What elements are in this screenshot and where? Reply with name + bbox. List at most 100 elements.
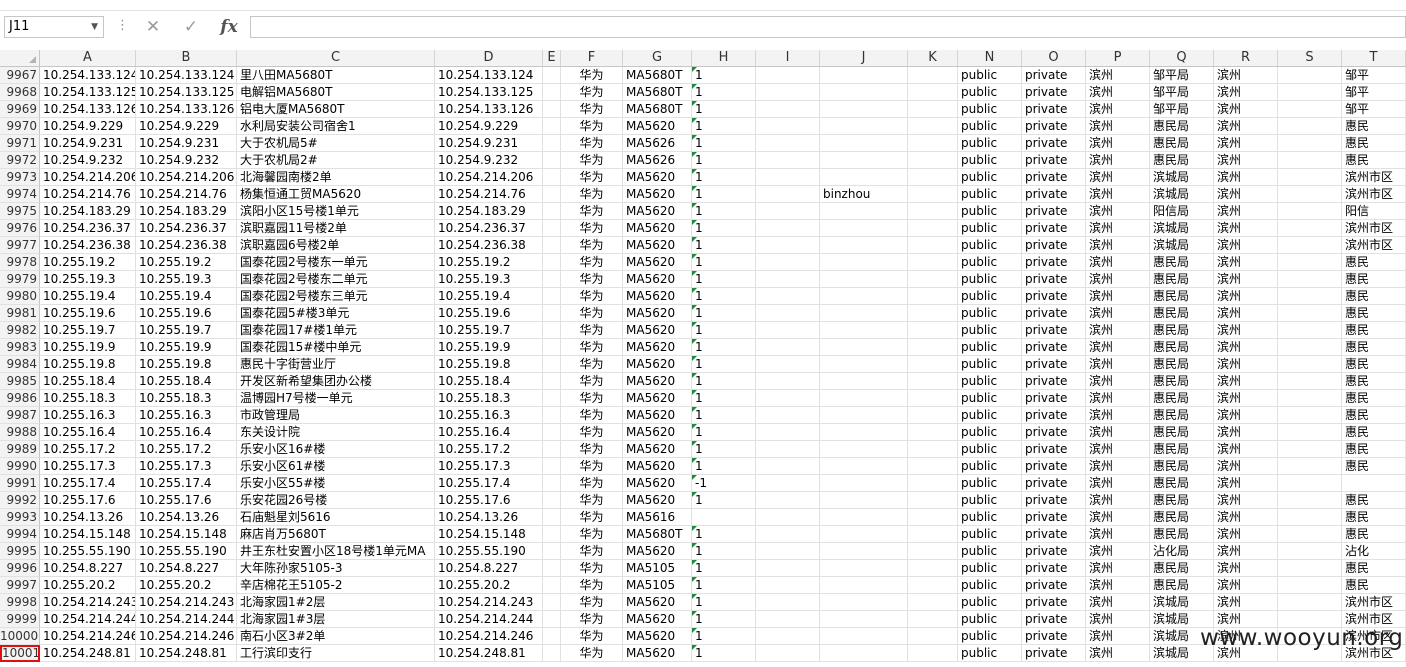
cell-s[interactable]	[1278, 492, 1342, 509]
cell-q[interactable]: 惠民局	[1150, 339, 1214, 356]
cell-r[interactable]: 滨州	[1214, 237, 1278, 254]
cell-d[interactable]: 10.254.236.37	[435, 220, 543, 237]
cell-b[interactable]: 10.254.9.229	[136, 118, 237, 135]
cell-q[interactable]: 惠民局	[1150, 475, 1214, 492]
cell-n[interactable]: public	[958, 135, 1022, 152]
cell-o[interactable]: private	[1022, 135, 1086, 152]
cell-g[interactable]: MA5620	[623, 645, 692, 662]
cell-h[interactable]: -1	[692, 475, 756, 492]
cell-h[interactable]: 1	[692, 203, 756, 220]
cell-n[interactable]: public	[958, 203, 1022, 220]
cell-r[interactable]: 滨州	[1214, 322, 1278, 339]
cell-i[interactable]	[756, 543, 820, 560]
cell-g[interactable]: MA5620	[623, 118, 692, 135]
cell-a[interactable]: 10.254.9.232	[40, 152, 136, 169]
cell-d[interactable]: 10.255.16.4	[435, 424, 543, 441]
cell-c[interactable]: 里八田MA5680T	[237, 67, 435, 84]
cell-c[interactable]: 国泰花园17#楼1单元	[237, 322, 435, 339]
cell-d[interactable]: 10.255.19.8	[435, 356, 543, 373]
cell-k[interactable]	[908, 594, 958, 611]
cell-q[interactable]: 惠民局	[1150, 135, 1214, 152]
cell-c[interactable]: 北海馨园南楼2单	[237, 169, 435, 186]
cell-d[interactable]: 10.255.19.3	[435, 271, 543, 288]
cell-n[interactable]: public	[958, 594, 1022, 611]
cell-i[interactable]	[756, 67, 820, 84]
cell-t[interactable]: 惠民	[1342, 322, 1406, 339]
cell-h[interactable]: 1	[692, 560, 756, 577]
cell-j[interactable]	[820, 543, 908, 560]
cell-o[interactable]: private	[1022, 373, 1086, 390]
cell-b[interactable]: 10.255.20.2	[136, 577, 237, 594]
cell-a[interactable]: 10.255.18.3	[40, 390, 136, 407]
cell-n[interactable]: public	[958, 84, 1022, 101]
cell-s[interactable]	[1278, 271, 1342, 288]
cell-c[interactable]: 滨阳小区15号楼1单元	[237, 203, 435, 220]
cell-g[interactable]: MA5626	[623, 152, 692, 169]
cell-t[interactable]: 滨州市区	[1342, 186, 1406, 203]
cell-k[interactable]	[908, 339, 958, 356]
cell-b[interactable]: 10.255.17.2	[136, 441, 237, 458]
cell-e[interactable]	[543, 118, 561, 135]
cell-g[interactable]: MA5620	[623, 441, 692, 458]
cell-r[interactable]: 滨州	[1214, 356, 1278, 373]
cell-n[interactable]: public	[958, 237, 1022, 254]
cell-e[interactable]	[543, 254, 561, 271]
cell-h[interactable]: 1	[692, 67, 756, 84]
cell-c[interactable]: 国泰花园2号楼东一单元	[237, 254, 435, 271]
row-header[interactable]: 9982	[0, 322, 40, 339]
cell-d[interactable]: 10.254.133.125	[435, 84, 543, 101]
cell-o[interactable]: private	[1022, 288, 1086, 305]
cell-r[interactable]: 滨州	[1214, 118, 1278, 135]
cell-k[interactable]	[908, 577, 958, 594]
cell-a[interactable]: 10.254.214.246	[40, 628, 136, 645]
cell-f[interactable]: 华为	[561, 373, 623, 390]
cell-c[interactable]: 铝电大厦MA5680T	[237, 101, 435, 118]
cell-o[interactable]: private	[1022, 594, 1086, 611]
row-header[interactable]: 9993	[0, 509, 40, 526]
cell-k[interactable]	[908, 526, 958, 543]
cell-j[interactable]	[820, 441, 908, 458]
cell-i[interactable]	[756, 628, 820, 645]
cell-h[interactable]: 1	[692, 424, 756, 441]
cell-f[interactable]: 华为	[561, 543, 623, 560]
cell-b[interactable]: 10.254.183.29	[136, 203, 237, 220]
insert-function-icon[interactable]: fx	[216, 17, 242, 37]
cell-o[interactable]: private	[1022, 492, 1086, 509]
row-header[interactable]: 10001	[0, 645, 40, 662]
cell-k[interactable]	[908, 645, 958, 662]
cell-h[interactable]: 1	[692, 339, 756, 356]
column-header-r[interactable]: R	[1214, 50, 1278, 66]
cell-c[interactable]: 北海家园1#2层	[237, 594, 435, 611]
cell-f[interactable]: 华为	[561, 152, 623, 169]
cell-p[interactable]: 滨州	[1086, 220, 1150, 237]
cell-p[interactable]: 滨州	[1086, 509, 1150, 526]
cell-f[interactable]: 华为	[561, 407, 623, 424]
cell-i[interactable]	[756, 594, 820, 611]
cell-b[interactable]: 10.255.16.4	[136, 424, 237, 441]
cell-i[interactable]	[756, 458, 820, 475]
cell-t[interactable]: 惠民	[1342, 288, 1406, 305]
cell-a[interactable]: 10.255.17.2	[40, 441, 136, 458]
cell-i[interactable]	[756, 203, 820, 220]
cell-t[interactable]: 惠民	[1342, 118, 1406, 135]
cell-s[interactable]	[1278, 594, 1342, 611]
cell-k[interactable]	[908, 441, 958, 458]
cell-h[interactable]: 1	[692, 186, 756, 203]
cell-n[interactable]: public	[958, 645, 1022, 662]
chevron-down-icon[interactable]: ▼	[91, 17, 98, 37]
cell-j[interactable]	[820, 237, 908, 254]
cell-d[interactable]: 10.255.19.7	[435, 322, 543, 339]
cell-k[interactable]	[908, 492, 958, 509]
column-header-g[interactable]: G	[623, 50, 692, 66]
cell-e[interactable]	[543, 339, 561, 356]
cell-j[interactable]	[820, 373, 908, 390]
cell-i[interactable]	[756, 152, 820, 169]
cell-r[interactable]: 滨州	[1214, 67, 1278, 84]
cell-g[interactable]: MA5620	[623, 169, 692, 186]
cell-g[interactable]: MA5620	[623, 373, 692, 390]
cell-q[interactable]: 惠民局	[1150, 373, 1214, 390]
cell-e[interactable]	[543, 101, 561, 118]
cell-a[interactable]: 10.255.20.2	[40, 577, 136, 594]
cell-s[interactable]	[1278, 305, 1342, 322]
cell-q[interactable]: 惠民局	[1150, 509, 1214, 526]
